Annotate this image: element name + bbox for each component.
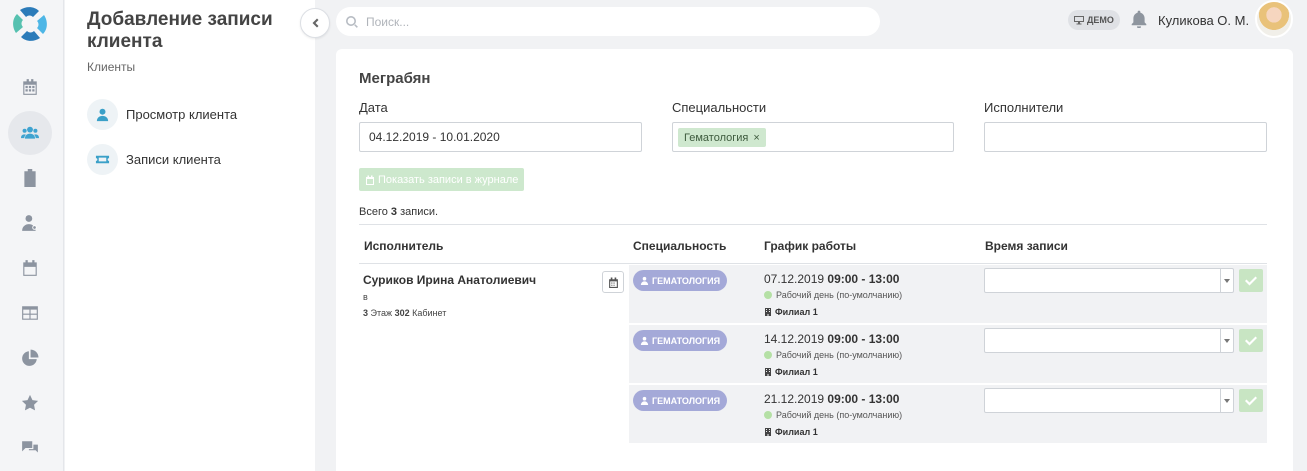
branch: Филиал 1 — [764, 427, 818, 437]
pie-chart-icon — [22, 349, 39, 366]
specialty-badge: ГЕМАТОЛОГИЯ — [633, 330, 728, 351]
user-name[interactable]: Куликова О. М. — [1158, 13, 1249, 28]
rail-favorites[interactable] — [8, 381, 52, 425]
search-icon — [346, 15, 358, 28]
performer-location: 3 Этаж 302 Кабинет — [363, 308, 447, 318]
breadcrumb: Клиенты — [87, 60, 136, 74]
divider — [359, 263, 1267, 264]
monitor-icon — [1074, 16, 1084, 25]
confirm-button[interactable] — [1239, 389, 1263, 412]
chevron-down-icon — [1224, 338, 1230, 343]
page-title: Добавление записи клиента — [87, 9, 273, 52]
rail-doctors[interactable] — [8, 201, 52, 245]
time-select[interactable] — [984, 388, 1234, 413]
check-icon — [1245, 396, 1257, 405]
show-in-journal-button[interactable]: Показать записи в журнале — [359, 168, 525, 191]
rail-table[interactable] — [8, 291, 52, 335]
client-name: Меграбян — [359, 70, 431, 87]
table-row: ГЕМАТОЛОГИЯ 14.12.2019 09:00 - 13:00 Раб… — [629, 325, 1267, 384]
confirm-button[interactable] — [1239, 329, 1263, 352]
remove-chip-icon[interactable]: × — [753, 132, 759, 144]
rail-reports[interactable] — [8, 336, 52, 380]
rail-clipboard[interactable] — [8, 156, 52, 200]
col-schedule: График работы — [764, 239, 857, 253]
check-icon — [1245, 276, 1257, 285]
confirm-button[interactable] — [1239, 269, 1263, 292]
calendar-icon — [366, 175, 374, 185]
app-logo-icon[interactable] — [12, 6, 48, 42]
col-time: Время записи — [985, 239, 1068, 253]
specialty-badge: ГЕМАТОЛОГИЯ — [633, 270, 728, 291]
date-label: Дата — [359, 100, 388, 115]
icon-rail — [0, 0, 64, 471]
building-icon — [765, 308, 771, 316]
clipboard-icon — [24, 169, 36, 187]
performer-calendar-button[interactable] — [602, 271, 624, 293]
specialties-label: Специальности — [672, 100, 767, 115]
time-select[interactable] — [984, 328, 1234, 353]
work-status: Рабочий день (по-умолчанию) — [764, 290, 902, 300]
ticket-icon — [95, 155, 110, 164]
status-dot — [764, 411, 772, 419]
col-performer: Исполнитель — [364, 239, 444, 253]
slot-date: 07.12.2019 09:00 - 13:00 — [764, 272, 900, 286]
demo-badge: ДЕМО — [1068, 10, 1120, 30]
rail-schedule[interactable] — [8, 246, 52, 290]
user-doctor-icon — [22, 215, 37, 231]
work-status: Рабочий день (по-умолчанию) — [764, 350, 902, 360]
avatar[interactable] — [1255, 0, 1293, 38]
branch: Филиал 1 — [764, 307, 818, 317]
client-records-link[interactable]: Записи клиента — [87, 144, 221, 175]
user-icon — [640, 336, 649, 345]
rail-calendar[interactable] — [8, 65, 52, 109]
view-client-label: Просмотр клиента — [126, 107, 238, 122]
rail-clients[interactable] — [8, 111, 52, 155]
main-card: Меграбян Дата Специальности Гематология … — [336, 49, 1293, 471]
view-client-link[interactable]: Просмотр клиента — [87, 99, 237, 130]
left-panel: Добавление записи клиента Клиенты Просмо… — [65, 0, 315, 471]
work-status: Рабочий день (по-умолчанию) — [764, 410, 902, 420]
time-select[interactable] — [984, 268, 1234, 293]
building-icon — [765, 428, 771, 436]
collapse-panel-button[interactable] — [300, 8, 330, 38]
slot-date: 14.12.2019 09:00 - 13:00 — [764, 332, 900, 346]
performers-label: Исполнители — [984, 100, 1064, 115]
chevron-down-icon — [1224, 278, 1230, 283]
search-bar[interactable] — [336, 7, 880, 36]
branch: Филиал 1 — [764, 367, 818, 377]
specialty-chip: Гематология × — [678, 128, 766, 147]
col-specialty: Специальность — [633, 239, 727, 253]
table-row: ГЕМАТОЛОГИЯ 21.12.2019 09:00 - 13:00 Раб… — [629, 385, 1267, 444]
building-icon — [765, 368, 771, 376]
chevron-left-icon — [312, 18, 319, 28]
specialties-field[interactable]: Гематология × — [672, 122, 954, 152]
status-dot — [764, 291, 772, 299]
table-icon — [22, 306, 38, 320]
performer-note: в — [363, 292, 368, 302]
calendar-schedule-icon — [23, 260, 37, 276]
search-input[interactable] — [366, 14, 846, 29]
star-icon — [21, 394, 39, 411]
divider — [359, 224, 1267, 225]
chat-icon — [22, 441, 38, 453]
total-count: Всего 3 записи. — [359, 206, 439, 218]
users-icon — [21, 126, 39, 139]
performer-name: Суриков Ирина Анатолиевич — [363, 273, 537, 287]
client-records-label: Записи клиента — [126, 152, 221, 167]
calendar-icon — [23, 79, 37, 95]
check-icon — [1245, 336, 1257, 345]
user-icon — [96, 108, 109, 122]
user-icon — [640, 396, 649, 405]
status-dot — [764, 351, 772, 359]
table-row: ГЕМАТОЛОГИЯ 07.12.2019 09:00 - 13:00 Раб… — [629, 265, 1267, 324]
chevron-down-icon — [1224, 398, 1230, 403]
specialty-badge: ГЕМАТОЛОГИЯ — [633, 390, 728, 411]
bell-icon[interactable] — [1130, 10, 1148, 28]
user-icon — [640, 276, 649, 285]
rail-chat[interactable] — [8, 426, 52, 470]
date-range-field[interactable] — [359, 122, 642, 152]
performers-field[interactable] — [984, 122, 1267, 152]
calendar-icon — [608, 277, 618, 288]
slot-date: 21.12.2019 09:00 - 13:00 — [764, 392, 900, 406]
